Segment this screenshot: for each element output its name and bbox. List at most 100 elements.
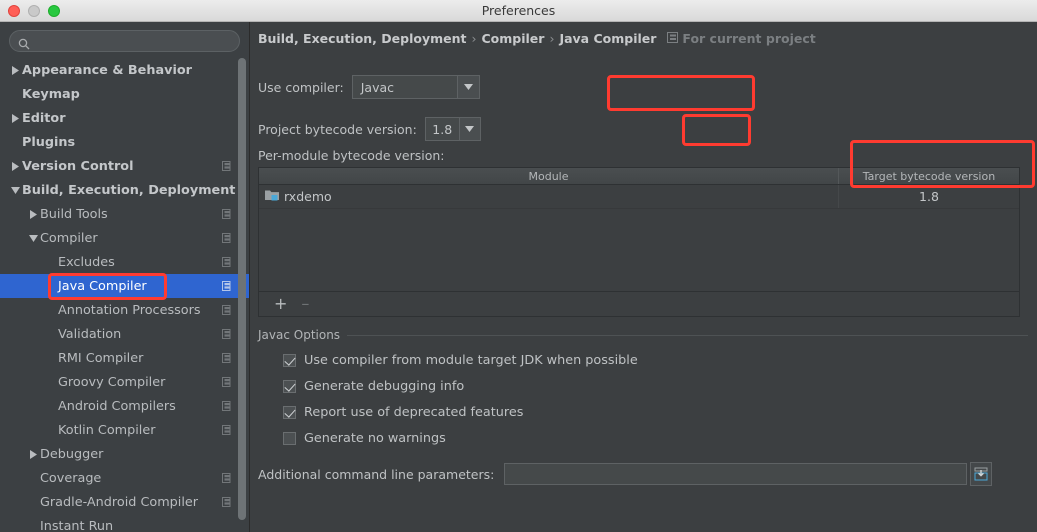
column-header-target-bytecode[interactable]: Target bytecode version [839,168,1019,184]
sidebar-item-coverage[interactable]: Coverage [0,466,249,490]
sidebar-item-label: Java Compiler [58,278,147,294]
chevron-down-icon[interactable] [8,186,22,194]
javac-options-title-row: Javac Options [258,328,1028,342]
cell-module[interactable]: rxdemo [259,185,839,208]
remove-module-button: – [301,294,310,313]
search-box[interactable] [9,30,240,52]
module-folder-icon [265,189,279,204]
sidebar-item-label: Excludes [58,254,115,270]
module-scope-icon [222,328,233,340]
javac-option-row[interactable]: Report use of deprecated features [258,405,1028,420]
sidebar-item-android-compilers[interactable]: Android Compilers [0,394,249,418]
project-bytecode-dropdown[interactable]: 1.8 [424,117,481,141]
sidebar-item-excludes[interactable]: Excludes [0,250,249,274]
sidebar-item-editor[interactable]: Editor [0,106,249,130]
sidebar-item-appearance-behavior[interactable]: Appearance & Behavior [0,58,249,82]
sidebar-item-kotlin-compiler[interactable]: Kotlin Compiler [0,418,249,442]
sidebar-scrollbar-thumb[interactable] [238,58,246,520]
cell-module-text: rxdemo [284,189,332,204]
module-scope-icon [222,376,233,388]
project-bytecode-value: 1.8 [432,121,453,137]
settings-content-pane: Build, Execution, Deployment › Compiler … [250,22,1037,532]
javac-option-row[interactable]: Use compiler from module target JDK when… [258,353,1028,368]
sidebar-item-plugins[interactable]: Plugins [0,130,249,154]
module-scope-icon [222,400,233,412]
breadcrumb-part-2[interactable]: Java Compiler [559,31,656,46]
additional-params-label: Additional command line parameters: [258,466,495,482]
module-scope-icon [222,352,233,364]
javac-option-row[interactable]: Generate no warnings [258,431,1028,446]
module-scope-icon [667,31,679,46]
per-module-bytecode-table[interactable]: Module Target bytecode version rxdemo 1.… [258,167,1020,292]
sidebar-item-gradle-android-compiler[interactable]: Gradle-Android Compiler [0,490,249,514]
checkbox-use-compiler-from-module-target-jdk-when-possible[interactable] [283,354,296,367]
project-bytecode-row: Project bytecode version: 1.8 [258,117,481,141]
sidebar-item-validation[interactable]: Validation [0,322,249,346]
module-scope-icon [222,496,233,508]
expand-editor-icon[interactable] [970,462,993,486]
sidebar-item-label: Editor [22,110,66,126]
scope-label: For current project [682,31,816,46]
table-header-row: Module Target bytecode version [259,168,1019,185]
sidebar-item-label: Compiler [40,230,98,246]
checkbox-generate-debugging-info[interactable] [283,380,296,393]
chevron-down-icon[interactable] [457,76,479,98]
sidebar-item-java-compiler[interactable]: Java Compiler [0,274,249,298]
preferences-body: Appearance & Behavior Keymap Editor Plugins… [0,22,1037,532]
chevron-right-icon[interactable] [8,65,22,75]
use-compiler-dropdown[interactable]: Javac [351,75,480,99]
checkbox-report-use-of-deprecated-features[interactable] [283,406,296,419]
module-scope-icon [222,232,233,244]
additional-params-input[interactable] [504,463,968,485]
sidebar-item-label: Annotation Processors [58,302,201,318]
sidebar-item-build-tools[interactable]: Build Tools [0,202,249,226]
sidebar-item-label: RMI Compiler [58,350,144,366]
column-header-module[interactable]: Module [259,168,839,184]
sidebar-item-rmi-compiler[interactable]: RMI Compiler [0,346,249,370]
chevron-down-icon[interactable] [458,118,480,140]
sidebar-item-instant-run[interactable]: Instant Run [0,514,249,532]
search-input[interactable] [35,34,225,48]
sidebar-scrollbar[interactable] [238,58,246,528]
sidebar-item-label: Appearance & Behavior [22,62,192,78]
sidebar-item-label: Groovy Compiler [58,374,166,390]
chevron-right-icon[interactable] [8,113,22,123]
use-compiler-label: Use compiler: [258,79,344,95]
table-row[interactable]: rxdemo 1.8 [259,185,1019,209]
cell-target-bytecode[interactable]: 1.8 [839,185,1019,208]
sidebar-item-build-execution-deployment[interactable]: Build, Execution, Deployment [0,178,249,202]
add-module-button[interactable]: + [274,296,287,312]
table-toolbar: + – [258,292,1020,317]
breadcrumb-part-0[interactable]: Build, Execution, Deployment [258,31,466,46]
sidebar-item-debugger[interactable]: Debugger [0,442,249,466]
sidebar-item-version-control[interactable]: Version Control [0,154,249,178]
chevron-down-icon[interactable] [26,234,40,242]
sidebar-item-label: Instant Run [40,518,114,532]
sidebar-item-groovy-compiler[interactable]: Groovy Compiler [0,370,249,394]
javac-options-checkbox-list: Use compiler from module target JDK when… [258,353,1028,446]
checkbox-generate-no-warnings[interactable] [283,432,296,445]
javac-option-label: Report use of deprecated features [304,405,524,420]
use-compiler-value: Javac [360,79,395,95]
sidebar-item-label: Build Tools [40,206,108,222]
window-title: Preferences [481,3,556,18]
chevron-right-icon[interactable] [26,209,40,219]
javac-option-row[interactable]: Generate debugging info [258,379,1028,394]
annotation-box-use-compiler [607,75,755,111]
sidebar-item-label: Validation [58,326,122,342]
project-bytecode-label: Project bytecode version: [258,121,417,137]
per-module-label: Per-module bytecode version: [258,148,445,163]
sidebar-item-label: Version Control [22,158,134,174]
chevron-right-icon[interactable] [8,161,22,171]
sidebar-item-keymap[interactable]: Keymap [0,82,249,106]
sidebar-item-label: Gradle-Android Compiler [40,494,199,510]
chevron-right-icon[interactable] [26,449,40,459]
sidebar-item-compiler[interactable]: Compiler [0,226,249,250]
javac-options-group: Javac Options Use compiler from module t… [258,328,1028,446]
breadcrumb: Build, Execution, Deployment › Compiler … [258,31,816,46]
module-scope-icon [222,256,233,268]
module-scope-icon [222,304,233,316]
sidebar-item-annotation-processors[interactable]: Annotation Processors [0,298,249,322]
module-scope-icon [222,472,233,484]
breadcrumb-part-1[interactable]: Compiler [481,31,544,46]
